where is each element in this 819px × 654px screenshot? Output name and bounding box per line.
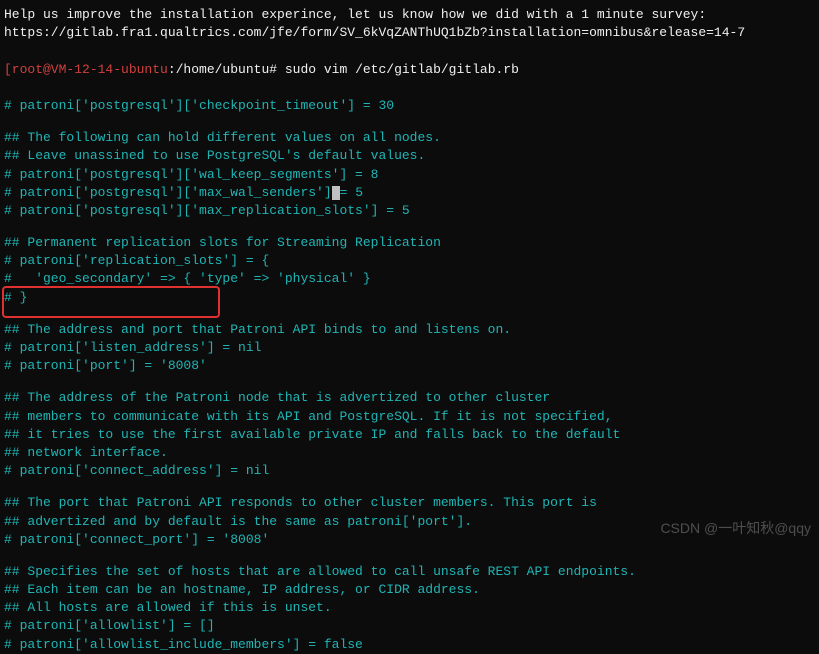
config-line: ## Leave unassined to use PostgreSQL's d… — [4, 147, 815, 165]
config-line — [4, 307, 815, 321]
watermark-text: CSDN @一叶知秋@qqy — [660, 519, 811, 539]
shell-command: sudo vim /etc/gitlab/gitlab.rb — [285, 62, 519, 77]
config-line: ## All hosts are allowed if this is unse… — [4, 599, 815, 617]
config-line: ## Each item can be an hostname, IP addr… — [4, 581, 815, 599]
config-line — [4, 375, 815, 389]
config-line — [4, 115, 815, 129]
config-line: # patroni['connect_address'] = nil — [4, 462, 815, 480]
survey-text-1: Help us improve the installation experin… — [4, 6, 815, 24]
prompt-path: :/home/ubuntu# — [168, 62, 285, 77]
config-line — [4, 549, 815, 563]
blank-line — [4, 42, 815, 60]
config-line: # patroni['listen_address'] = nil — [4, 339, 815, 357]
config-line: ## members to communicate with its API a… — [4, 408, 815, 426]
config-line: # patroni['replication_slots'] = { — [4, 252, 815, 270]
config-line — [4, 220, 815, 234]
config-line: ## The following can hold different valu… — [4, 129, 815, 147]
blank-line — [4, 79, 815, 97]
config-line: ## The address and port that Patroni API… — [4, 321, 815, 339]
config-line: ## network interface. — [4, 444, 815, 462]
prompt-user-host: [root@VM-12-14-ubuntu — [4, 62, 168, 77]
config-line: # patroni['postgresql']['max_replication… — [4, 202, 815, 220]
config-line: ## Permanent replication slots for Strea… — [4, 234, 815, 252]
config-line: # patroni['postgresql']['checkpoint_time… — [4, 97, 815, 115]
config-line: # } — [4, 289, 815, 307]
config-line: ## Specifies the set of hosts that are a… — [4, 563, 815, 581]
config-line: ## it tries to use the first available p… — [4, 426, 815, 444]
config-line: # patroni['allowlist_include_members'] =… — [4, 636, 815, 654]
survey-url: https://gitlab.fra1.qualtrics.com/jfe/fo… — [4, 24, 815, 42]
config-line-highlighted: # patroni['port'] = '8008' — [4, 357, 815, 375]
config-line — [4, 480, 815, 494]
config-line: ## The port that Patroni API responds to… — [4, 494, 815, 512]
config-line: # 'geo_secondary' => { 'type' => 'physic… — [4, 270, 815, 288]
shell-prompt-line[interactable]: [root@VM-12-14-ubuntu:/home/ubuntu# sudo… — [4, 61, 815, 79]
config-line-cursor: # patroni['postgresql']['max_wal_senders… — [4, 184, 815, 202]
config-line: # patroni['allowlist'] = [] — [4, 617, 815, 635]
vim-cursor — [332, 186, 340, 200]
config-line: ## The address of the Patroni node that … — [4, 389, 815, 407]
config-line: # patroni['postgresql']['wal_keep_segmen… — [4, 166, 815, 184]
